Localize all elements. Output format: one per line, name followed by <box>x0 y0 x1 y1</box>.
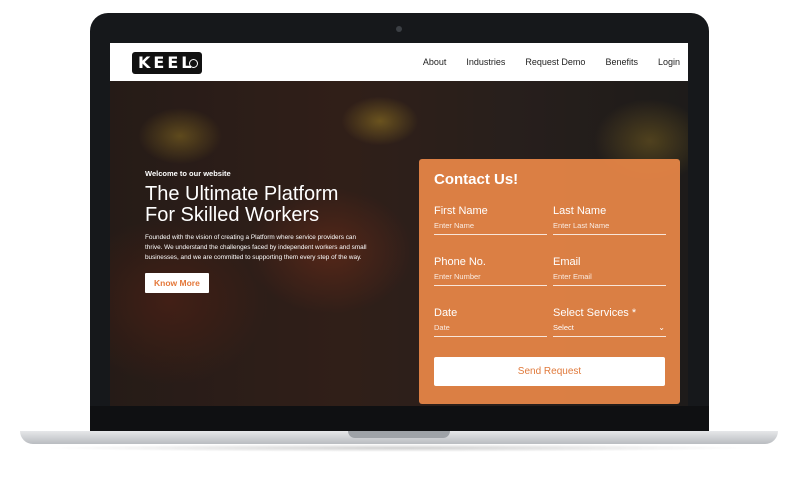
first-name-label: First Name <box>434 205 488 217</box>
logo[interactable]: KEEL <box>132 52 202 74</box>
date-field: Date <box>434 307 547 337</box>
services-label: Select Services * <box>553 307 637 319</box>
logo-text: KEEL <box>138 53 195 72</box>
hero-title-line1: The Ultimate Platform <box>145 183 339 205</box>
last-name-input[interactable] <box>553 219 666 235</box>
laptop-notch <box>348 431 450 438</box>
nav-link-industries[interactable]: Industries <box>466 57 505 67</box>
hero-text: Welcome to our website The Ultimate Plat… <box>145 169 370 293</box>
last-name-field: Last Name <box>553 205 666 235</box>
date-label: Date <box>434 307 458 319</box>
nav-link-benefits[interactable]: Benefits <box>605 57 638 67</box>
hero-description: Founded with the vision of creating a Pl… <box>145 234 367 261</box>
hero-welcome: Welcome to our website <box>145 169 231 178</box>
services-select-value: Select <box>553 323 574 332</box>
laptop-shadow <box>40 444 758 452</box>
chevron-down-icon: ⌄ <box>658 323 665 332</box>
hero-title-line2: For Skilled Workers <box>145 204 320 226</box>
screen: KEEL About Industries Request Demo Benef… <box>110 43 688 406</box>
contact-title: Contact Us! <box>434 171 519 188</box>
phone-label: Phone No. <box>434 256 486 268</box>
phone-field: Phone No. <box>434 256 547 286</box>
contact-form: Contact Us! First Name Last Name Phone N… <box>419 159 680 404</box>
nav-link-request-demo[interactable]: Request Demo <box>525 57 585 67</box>
nav-link-about[interactable]: About <box>423 57 447 67</box>
last-name-label: Last Name <box>553 205 607 217</box>
first-name-input[interactable] <box>434 219 547 235</box>
email-input[interactable] <box>553 270 666 286</box>
hero-section: Welcome to our website The Ultimate Plat… <box>110 81 688 406</box>
navbar: KEEL About Industries Request Demo Benef… <box>110 43 688 81</box>
services-field: Select Services * Select ⌄ <box>553 307 666 337</box>
phone-input[interactable] <box>434 270 547 286</box>
hero-title: The Ultimate Platform For Skilled Worker… <box>145 184 370 226</box>
camera-icon <box>396 26 402 32</box>
email-field: Email <box>553 256 666 286</box>
know-more-button[interactable]: Know More <box>145 273 209 293</box>
first-name-field: First Name <box>434 205 547 235</box>
nav-links: About Industries Request Demo Benefits L… <box>423 43 680 81</box>
nav-link-login[interactable]: Login <box>658 57 680 67</box>
services-select[interactable]: Select ⌄ <box>553 321 666 337</box>
email-label: Email <box>553 256 581 268</box>
send-request-button[interactable]: Send Request <box>434 357 665 386</box>
laptop-chin <box>90 406 709 431</box>
logo-ring-icon <box>189 59 198 68</box>
date-input[interactable] <box>434 321 547 337</box>
